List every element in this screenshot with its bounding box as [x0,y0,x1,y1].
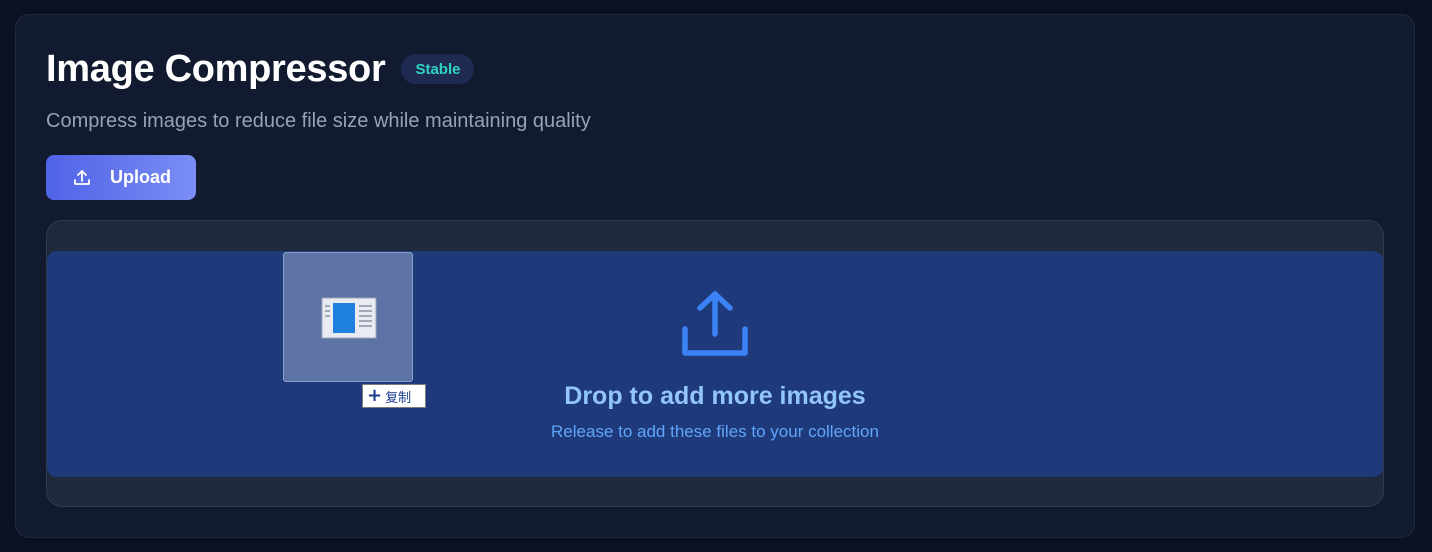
page-title: Image Compressor [46,48,386,90]
drop-overlay: Drop to add more images Release to add t… [47,251,1383,477]
status-badge: Stable [401,54,475,84]
tool-card: Image Compressor Stable Compress images … [15,14,1415,538]
upload-button-label: Upload [110,167,171,187]
title-row: Image Compressor Stable [46,45,475,93]
upload-button[interactable]: Upload [46,155,196,200]
upload-icon [72,168,92,188]
page-subtitle: Compress images to reduce file size whil… [46,110,591,132]
drop-zone[interactable]: Drop to add more images Release to add t… [46,220,1384,507]
file-thumbnail-icon [321,297,377,339]
copy-tooltip-label: 复制 [385,390,412,406]
drop-subtitle: Release to add these files to your colle… [551,422,879,441]
drop-title: Drop to add more images [564,382,866,410]
drag-preview [283,252,413,382]
copy-tooltip: + 复制 [362,384,426,408]
upload-icon [680,289,750,359]
plus-icon: + [367,385,383,406]
